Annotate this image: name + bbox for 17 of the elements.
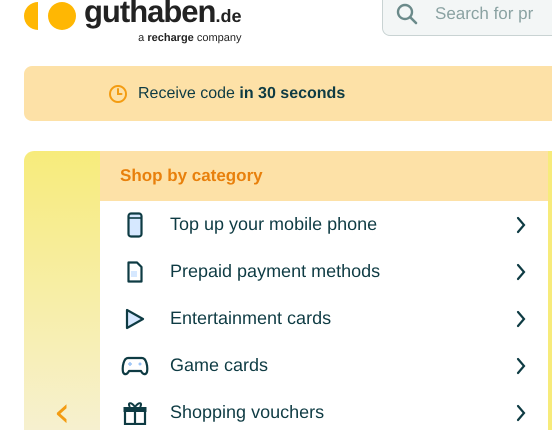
category-item[interactable]: Prepaid payment methods xyxy=(100,248,548,295)
chevron-right-icon xyxy=(516,404,526,422)
category-item[interactable]: Shopping vouchers xyxy=(100,389,548,430)
logo-domain: .de xyxy=(216,5,242,28)
category-item[interactable]: Game cards xyxy=(100,342,548,389)
clock-icon xyxy=(108,84,128,104)
search-icon xyxy=(395,2,419,26)
category-item[interactable]: Entertainment cards xyxy=(100,295,548,342)
banner-text: Receive code in 30 seconds xyxy=(138,84,346,102)
logo-tagline: a recharge company xyxy=(138,32,242,44)
chevron-right-icon xyxy=(516,262,526,280)
chevron-right-icon xyxy=(516,216,526,234)
gamepad-icon xyxy=(120,356,150,376)
category-item[interactable]: Top up your mobile phone xyxy=(100,201,548,248)
menu-title: Shop by category xyxy=(120,166,263,186)
chevron-right-icon xyxy=(516,310,526,328)
chevron-right-icon xyxy=(516,356,526,374)
